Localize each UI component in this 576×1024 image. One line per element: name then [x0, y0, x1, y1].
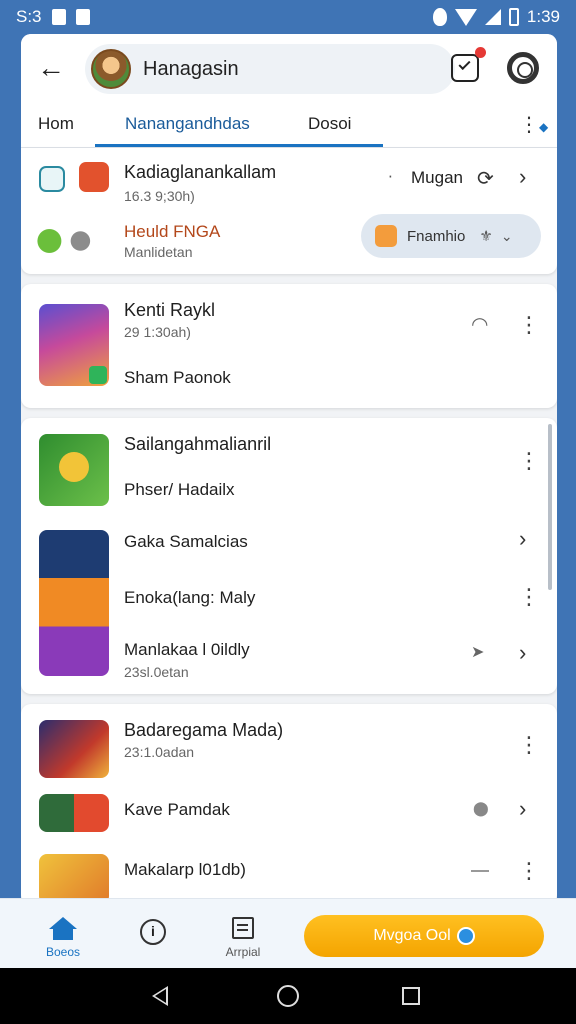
game-list-card: Sailangahmalianril ⋮ Phser/ Hadailx Gaka…: [21, 418, 557, 694]
list-item-subtitle: 23:1.0adan: [124, 744, 195, 760]
list-item-title: Makalarp l01db): [124, 860, 246, 879]
chevron-right-icon[interactable]: ›: [519, 642, 526, 664]
game-list-card: Badaregama Mada) 23:1.0adan ⋮ Kave Pamda…: [21, 704, 557, 904]
status-time-left: S:3: [16, 7, 42, 26]
location-icon: [432, 8, 447, 26]
nav-home-label: Boeos: [45, 945, 81, 959]
system-home-icon[interactable]: [277, 985, 299, 1007]
shopping-bag-button[interactable]: [451, 47, 486, 82]
cta-label: Mvgoa Ool: [373, 927, 451, 944]
document-icon: [232, 917, 254, 939]
signal-icon: [484, 9, 501, 25]
battery-icon: [508, 8, 519, 26]
primary-cta-button[interactable]: Mvgoa Ool: [304, 915, 544, 957]
globe-icon: [456, 927, 475, 945]
nav-doc[interactable]: Arrpial: [220, 917, 266, 959]
chip-label: Fnamhio: [407, 227, 466, 245]
game-thumbnail[interactable]: [39, 720, 109, 778]
mugan-label[interactable]: Mugan: [411, 168, 463, 188]
more-options-icon[interactable]: ⋮: [518, 314, 540, 336]
cluster-icon: [37, 222, 99, 260]
chip-thumbnail: [375, 225, 397, 247]
fnamhio-chip[interactable]: Fnamhio ⚜ ⌄: [361, 214, 541, 258]
puzzle-icon: ⚜: [479, 228, 493, 245]
chevron-down-icon: ⌄: [500, 227, 513, 244]
home-icon: [49, 917, 77, 940]
more-tabs-icon[interactable]: ⋮◆: [519, 112, 548, 137]
tab-hom[interactable]: Hom: [38, 114, 74, 134]
send-icon: ➤: [471, 644, 485, 661]
game-thumbnail[interactable]: [39, 434, 109, 506]
list-item-title: Kave Pamdak: [124, 800, 230, 819]
nav-home[interactable]: Boeos: [40, 917, 86, 959]
gear-icon[interactable]: [507, 52, 539, 84]
row-subtitle: Manlidetan: [124, 244, 193, 260]
list-item-title: Phser/ Hadailx: [124, 480, 235, 499]
game-title: Kenti Raykl: [124, 300, 216, 320]
scrollbar[interactable]: [548, 424, 552, 590]
system-navigation-bar: [0, 968, 576, 1024]
tab-dosoi[interactable]: Dosoi: [308, 114, 351, 134]
more-options-icon[interactable]: ⋮: [518, 860, 540, 882]
game-card[interactable]: Kenti Raykl 29 1:30ah) Sham Paonok ◠ ⋮: [21, 284, 557, 408]
avatar[interactable]: [91, 49, 131, 89]
more-options-icon[interactable]: ⋮: [518, 450, 540, 472]
status-dot-icon: ⬤: [473, 800, 489, 816]
featured-card: Kadiaglanankallam 16.3 9;30h) ‧ Mugan ⟳ …: [21, 148, 557, 274]
list-item-title: Enoka(lang: Maly: [124, 588, 256, 607]
notification-icon: [51, 9, 66, 25]
back-button[interactable]: ←: [37, 54, 67, 84]
row-title: Heuld FNGA: [124, 222, 221, 241]
info-icon: i: [140, 919, 166, 945]
top-app-bar: ← Hanagasin: [21, 34, 557, 104]
game-thumbnail[interactable]: [39, 854, 109, 904]
list-item-title: Manlakaa l 0ildly: [124, 640, 250, 659]
game-thumbnail-stack[interactable]: [39, 530, 109, 676]
nav-doc-label: Arrpial: [225, 945, 261, 959]
app-window: ← Hanagasin Hom Nanangandhdas Dosoi ⋮◆ K…: [21, 34, 557, 904]
row-subtitle: 16.3 9;30h): [124, 188, 195, 204]
bottom-navigation: Boeos i Arrpial Mvgoa Ool: [0, 898, 576, 968]
nav-info[interactable]: i: [138, 919, 168, 945]
person-icon: ‧: [388, 169, 393, 186]
game-line: Sham Paonok: [124, 368, 231, 387]
game-thumbnail[interactable]: [39, 794, 109, 832]
list-item-title: Gaka Samalcias: [124, 532, 248, 551]
notification-badge: [475, 47, 486, 58]
list-item-title: Sailangahmalianril: [124, 434, 272, 454]
game-subtitle: 29 1:30ah): [124, 324, 191, 340]
refresh-icon[interactable]: ⟳: [477, 166, 494, 191]
tab-bar: Hom Nanangandhdas Dosoi ⋮◆: [21, 104, 557, 148]
list-item-title: Badaregama Mada): [124, 720, 284, 740]
more-options-icon[interactable]: ⋮: [518, 734, 540, 756]
page-title: Hanagasin: [143, 57, 239, 80]
system-back-icon[interactable]: [152, 986, 168, 1006]
character-icon: [59, 452, 89, 482]
tab-nanangandhdas[interactable]: Nanangandhdas: [125, 114, 250, 134]
system-recents-icon[interactable]: [402, 987, 420, 1005]
status-bar: S:3 1:39: [0, 0, 576, 34]
badge-icon: [89, 366, 107, 384]
hexagon-icon: [39, 166, 65, 192]
list-item-subtitle: 23sl.0etan: [124, 664, 189, 680]
game-thumbnail[interactable]: [39, 304, 109, 386]
tab-indicator: [95, 144, 383, 147]
row-title: Kadiaglanankallam: [124, 162, 277, 182]
lock-icon: [75, 9, 90, 25]
chevron-right-icon[interactable]: ›: [519, 528, 526, 550]
chevron-right-icon[interactable]: ›: [519, 798, 526, 820]
minus-icon: [471, 870, 489, 872]
loading-icon: ◠: [471, 314, 489, 336]
wifi-icon: [454, 8, 477, 26]
app-thumbnail[interactable]: [79, 162, 109, 192]
chevron-right-icon[interactable]: ›: [519, 166, 526, 188]
arrow-left-icon: ←: [37, 52, 65, 83]
account-pill[interactable]: Hanagasin: [85, 44, 455, 94]
status-time-right: 1:39: [526, 7, 560, 26]
more-options-icon[interactable]: ⋮: [518, 586, 540, 608]
shopping-bag-icon: [458, 57, 471, 71]
